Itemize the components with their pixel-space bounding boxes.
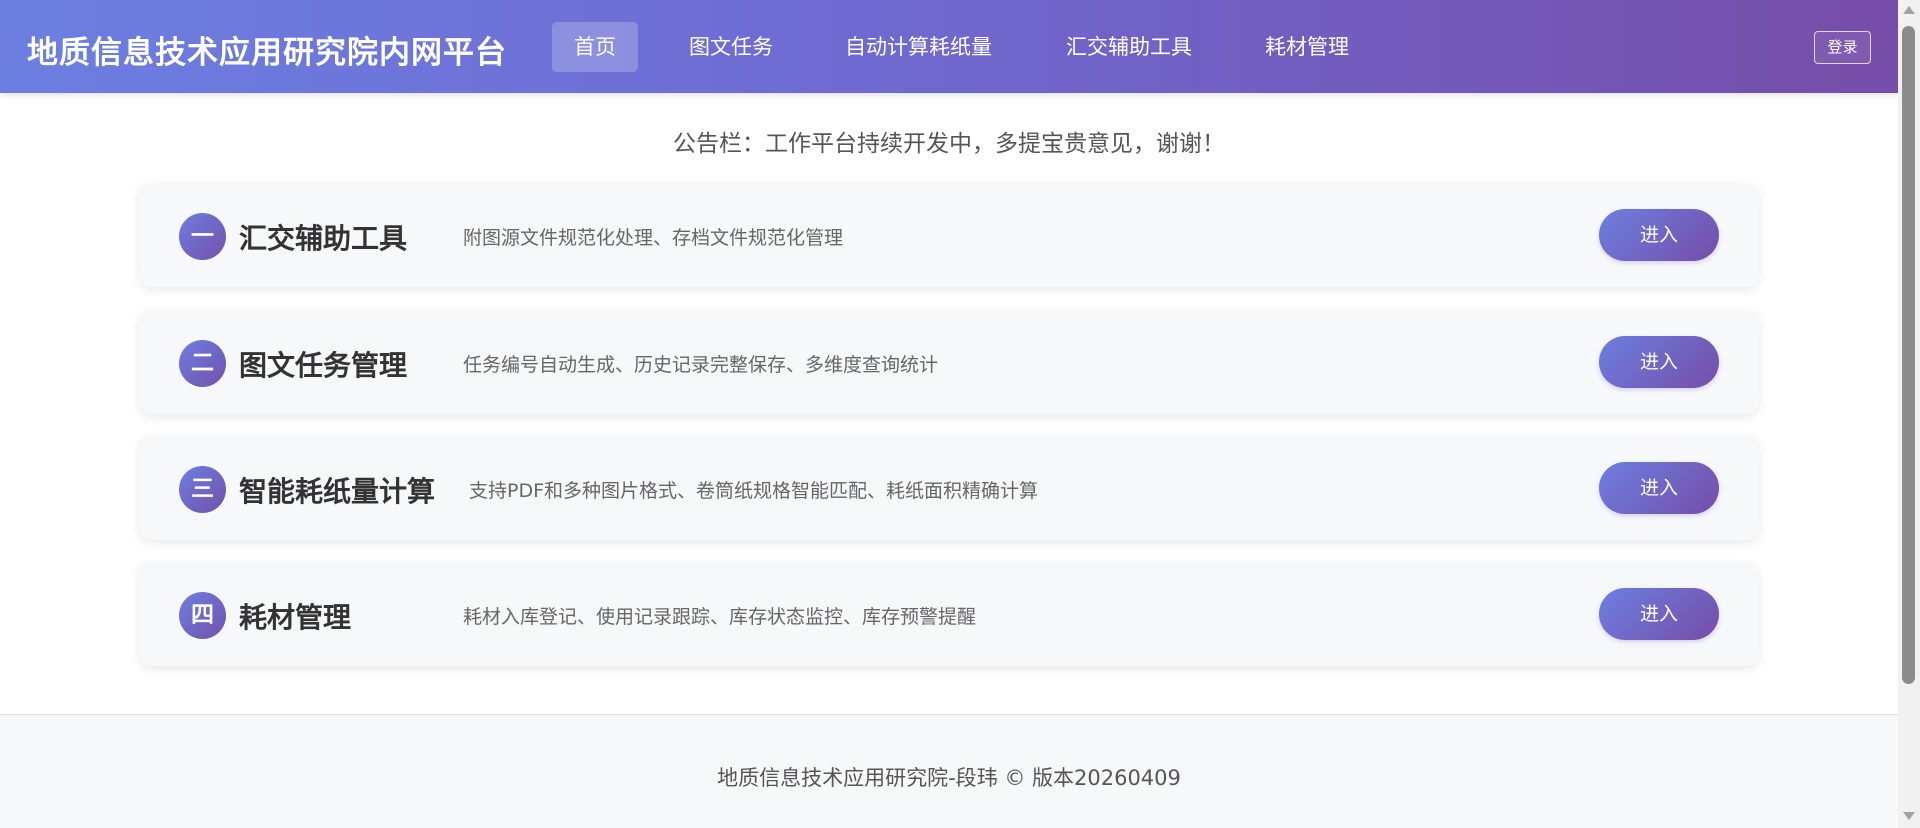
scrollbar-thumb[interactable] xyxy=(1902,26,1915,684)
vertical-scrollbar[interactable] xyxy=(1898,0,1920,828)
nav-submission-tools[interactable]: 汇交辅助工具 xyxy=(1044,22,1214,72)
module-card-paper-calculation: 三 智能耗纸量计算 支持PDF和多种图片格式、卷筒纸规格智能匹配、耗纸面积精确计… xyxy=(139,436,1759,540)
site-title: 地质信息技术应用研究院内网平台 xyxy=(27,35,507,71)
module-number-badge: 二 xyxy=(179,340,226,387)
footer-copyright: 地质信息技术应用研究院-段玮 © 版本20260409 xyxy=(717,766,1181,790)
enter-button[interactable]: 进入 xyxy=(1599,209,1719,261)
enter-button[interactable]: 进入 xyxy=(1599,462,1719,514)
announcement-bar: 公告栏：工作平台持续开发中，多提宝贵意见，谢谢！ xyxy=(673,131,1225,157)
footer: 地质信息技术应用研究院-段玮 © 版本20260409 xyxy=(0,714,1898,828)
module-number-badge: 三 xyxy=(179,466,226,513)
module-number-badge: 一 xyxy=(179,213,226,260)
module-number-badge: 四 xyxy=(179,592,226,639)
module-title: 图文任务管理 xyxy=(239,349,408,382)
nav-paper-calculation[interactable]: 自动计算耗纸量 xyxy=(823,22,1014,72)
nav-home[interactable]: 首页 xyxy=(552,22,638,72)
module-card-task-management: 二 图文任务管理 任务编号自动生成、历史记录完整保存、多维度查询统计 进入 xyxy=(139,310,1759,414)
module-card-consumables: 四 耗材管理 耗材入库登记、使用记录跟踪、库存状态监控、库存预警提醒 进入 xyxy=(139,562,1759,666)
page: 地质信息技术应用研究院内网平台 首页 图文任务 自动计算耗纸量 汇交辅助工具 耗… xyxy=(0,0,1920,828)
module-title: 汇交辅助工具 xyxy=(239,222,408,255)
nav-consumables[interactable]: 耗材管理 xyxy=(1243,22,1371,72)
enter-button[interactable]: 进入 xyxy=(1599,588,1719,640)
top-navbar: 地质信息技术应用研究院内网平台 首页 图文任务 自动计算耗纸量 汇交辅助工具 耗… xyxy=(0,0,1898,93)
scroll-up-arrow-icon[interactable] xyxy=(1903,6,1915,14)
login-button[interactable]: 登录 xyxy=(1814,31,1871,64)
enter-button[interactable]: 进入 xyxy=(1599,336,1719,388)
module-title: 耗材管理 xyxy=(239,601,352,634)
module-description: 耗材入库登记、使用记录跟踪、库存状态监控、库存预警提醒 xyxy=(463,606,977,628)
module-card-submission-tools: 一 汇交辅助工具 附图源文件规范化处理、存档文件规范化管理 进入 xyxy=(139,183,1759,287)
scroll-down-arrow-icon[interactable] xyxy=(1903,812,1915,820)
nav-image-text-tasks[interactable]: 图文任务 xyxy=(667,22,795,72)
module-description: 支持PDF和多种图片格式、卷筒纸规格智能匹配、耗纸面积精确计算 xyxy=(469,480,1039,502)
module-title: 智能耗纸量计算 xyxy=(239,475,436,508)
module-description: 任务编号自动生成、历史记录完整保存、多维度查询统计 xyxy=(463,354,939,376)
module-description: 附图源文件规范化处理、存档文件规范化管理 xyxy=(463,227,844,249)
